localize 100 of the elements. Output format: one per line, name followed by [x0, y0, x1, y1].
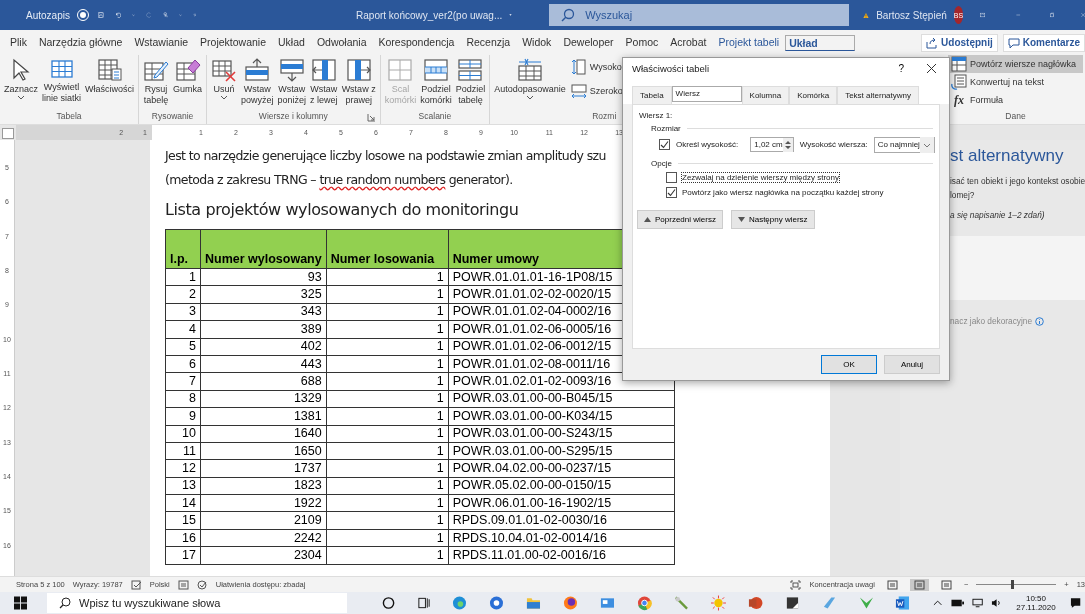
ribbon-tab[interactable]: Widok [516, 31, 558, 54]
ribbon-button[interactable]: Usuń [209, 55, 240, 111]
section-heading: Lista projektów wylosowanych do monitoringu [165, 200, 519, 219]
formula-icon: fx [951, 92, 967, 108]
folder-icon[interactable] [526, 595, 542, 611]
ribbon-tab[interactable]: Projektowanie [194, 31, 273, 54]
ok-button[interactable]: OK [821, 355, 877, 374]
ribbon-button[interactable]: Konwertuj na tekst [948, 73, 1083, 91]
clock-date[interactable]: 27.11.2020 [1016, 603, 1056, 612]
autofit-icon [516, 58, 544, 82]
ribbon-button[interactable]: Wysoko [567, 55, 626, 79]
row-height-icon [570, 59, 587, 75]
delete-table-icon [211, 58, 238, 82]
info-icon[interactable] [1035, 316, 1045, 326]
ribbon-button[interactable]: Podziel komórki [418, 55, 454, 111]
dialog-tab[interactable]: Wiersz [671, 85, 742, 102]
ribbon-tab[interactable]: Wstawianie [128, 31, 195, 54]
spinner-icon[interactable] [782, 137, 793, 152]
ribbon-tab[interactable]: Recenzja [460, 31, 517, 54]
share-button[interactable]: Udostępnij [921, 33, 998, 52]
ribbon-tab[interactable]: Pomoc [619, 31, 665, 54]
triangle-down-icon [737, 216, 745, 222]
ribbon-button[interactable]: Wstaw powyżej [239, 55, 276, 111]
browser-icon[interactable] [452, 595, 468, 611]
ribbon-tab[interactable]: Odwołania [310, 31, 373, 54]
row-height-dropdown[interactable]: Co najmniej [873, 136, 935, 153]
windows-start-icon[interactable] [14, 596, 28, 610]
view-button[interactable] [909, 578, 929, 591]
checkbox[interactable] [666, 186, 677, 198]
table-properties-icon [96, 58, 123, 82]
paragraph: Jest to narzędzie generujące liczby losowe na podstawie zmian amplitudy szu (metoda z zakresu TRNG – true random numbers generator). [165, 147, 606, 189]
ribbon-tab[interactable]: Plik [4, 31, 33, 54]
word-app-icon[interactable] [895, 595, 911, 611]
ribbon-button[interactable]: Wstaw z prawej [339, 55, 378, 111]
dialog-tab[interactable]: Tekst alternatywny [837, 85, 919, 104]
taskbar-search-field[interactable]: Wpisz tu wyszukiwane słowa [47, 593, 348, 613]
close-icon[interactable] [926, 63, 937, 75]
ribbon-button[interactable]: Podziel tabelę [453, 55, 488, 111]
ribbon-tab[interactable]: Acrobat [664, 31, 713, 54]
zoom-thumb[interactable] [1010, 580, 1014, 589]
comment-icon [1007, 36, 1020, 49]
checkbox[interactable] [666, 171, 677, 183]
checkbox[interactable] [659, 139, 670, 151]
ribbon-tab[interactable]: Układ [272, 31, 311, 54]
document-title[interactable]: Raport końcowy_ver2(po uwag... [356, 9, 503, 21]
help-button[interactable]: ? [898, 63, 904, 75]
ribbon-button[interactable]: Wstaw z lewej [308, 55, 340, 111]
macro-icon[interactable] [177, 579, 189, 590]
battery-icon[interactable] [950, 599, 964, 607]
ribbon-button[interactable]: Zaznacz [2, 55, 40, 111]
restore-icon[interactable] [1049, 9, 1055, 21]
ribbon-button[interactable]: Rysuj tabelę [141, 55, 172, 111]
checkbox-label[interactable]: Określ wysokość: [676, 140, 739, 150]
tool-icon[interactable] [673, 595, 689, 611]
ribbon-tab[interactable]: Układ [785, 34, 856, 51]
table-cell: 1 [326, 338, 449, 356]
ribbon-tab[interactable]: Narzędzia główne [32, 31, 129, 54]
previous-row-button[interactable]: Poprzedni wiersz [637, 209, 723, 229]
ribbon-button[interactable]: Wstaw poniżej [275, 55, 309, 111]
table-cell: 1 [326, 390, 449, 408]
network-icon[interactable] [971, 598, 984, 608]
ribbon-button[interactable]: fx Formuła [948, 91, 1083, 109]
dialog-tab[interactable]: Kolumna [741, 85, 790, 104]
app-icon[interactable] [784, 595, 800, 611]
ribbon-button[interactable]: Gumka [171, 55, 205, 111]
tab-stop-icon[interactable] [2, 128, 14, 139]
checkbox-label[interactable]: Zezwalaj na dzielenie wierszy między strony [681, 171, 840, 183]
table-cell: 325 [200, 285, 327, 304]
ribbon-tab[interactable]: Korespondencja [372, 31, 461, 54]
sun-icon[interactable] [710, 595, 726, 611]
ribbon-tab[interactable]: Deweloper [557, 31, 620, 54]
next-row-button[interactable]: Następny wiersz [730, 209, 815, 229]
dialog-tab[interactable]: Komórka [789, 85, 838, 104]
search-field[interactable]: Wyszukaj [549, 4, 850, 26]
ribbon-button[interactable]: Właściwości [83, 55, 137, 111]
ribbon-tab[interactable]: Projekt tabeli [712, 31, 786, 54]
comments-button[interactable]: Komentarze [1002, 33, 1085, 52]
column-header: Numer wylosowany [200, 229, 327, 269]
circle-icon[interactable] [382, 596, 396, 610]
dialog-launcher-icon[interactable] [366, 113, 376, 122]
presentation-app-icon[interactable] [747, 595, 763, 611]
cancel-button[interactable]: Anuluj [884, 355, 940, 374]
dialog-tab[interactable]: Tabela [632, 85, 672, 104]
proofing-icon[interactable] [130, 579, 142, 590]
clock-time[interactable]: 10:50 [1025, 594, 1046, 603]
ribbon-button[interactable]: Szeroko [567, 79, 626, 103]
ribbon-button[interactable]: Powtórz wiersze nagłówka [948, 55, 1083, 73]
user-name[interactable]: Bartosz Stępień [876, 9, 947, 21]
notification-icon[interactable] [1069, 597, 1081, 609]
task-view-icon[interactable] [417, 596, 431, 610]
focus-icon[interactable] [790, 579, 802, 590]
column-header: Numer losowania [326, 229, 449, 269]
ribbon-button[interactable]: Wyświetl linie siatki [40, 55, 84, 111]
ribbon-button[interactable]: Autodopasowanie [492, 55, 568, 111]
checkbox-label[interactable]: Powtórz jako wiersz nagłówka na początku każdej strony [681, 186, 885, 198]
height-field[interactable]: 1,02 cm [750, 137, 794, 153]
chevron-up-icon[interactable] [933, 599, 943, 607]
ribbon-display-icon[interactable] [980, 9, 986, 21]
accessibility-icon[interactable] [196, 579, 208, 590]
volume-icon[interactable] [991, 598, 1003, 608]
